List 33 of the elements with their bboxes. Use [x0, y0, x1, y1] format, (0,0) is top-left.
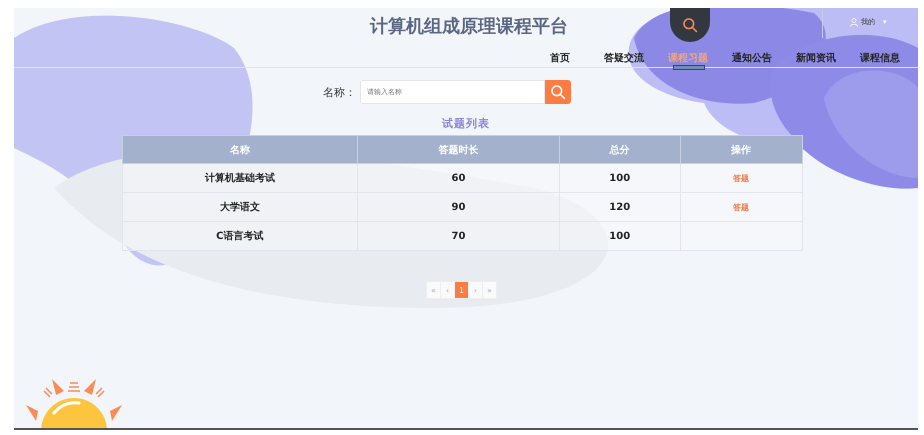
table-cell: 70: [358, 222, 560, 250]
table-cell: 100: [559, 222, 680, 250]
table-cell: 60: [358, 164, 560, 192]
page-link[interactable]: ›: [468, 281, 483, 299]
search-icon: [682, 17, 698, 33]
table-cell: C语言考试: [122, 222, 358, 250]
table-cell: 100: [559, 164, 680, 192]
page-link[interactable]: »: [482, 281, 497, 299]
table-cell: 120: [559, 192, 680, 222]
page-link[interactable]: 1: [454, 281, 469, 299]
nav-link[interactable]: 通知公告: [720, 51, 784, 72]
table-cell: 90: [358, 192, 560, 222]
list-title: 试题列表: [442, 116, 490, 131]
table-cell: 计算机基础考试: [122, 164, 358, 192]
page-link[interactable]: «: [426, 281, 441, 299]
nav-link[interactable]: 课程习题: [656, 51, 720, 72]
column-header: 答题时长: [358, 136, 560, 164]
search-icon: [550, 84, 566, 100]
site-title: 计算机组成原理课程平台: [370, 15, 568, 38]
table-cell: 大学语文: [122, 192, 358, 222]
column-header: 名称: [122, 136, 358, 164]
answer-link[interactable]: 答题: [733, 202, 750, 212]
search-button[interactable]: [545, 80, 571, 104]
nav-link[interactable]: 新闻资讯: [784, 51, 848, 72]
nav-link[interactable]: 答疑交流: [592, 51, 656, 72]
column-header: 操作: [680, 136, 802, 164]
nav-link[interactable]: 首页: [528, 51, 592, 72]
user-icon: [850, 18, 858, 26]
page-link[interactable]: ‹: [440, 281, 455, 299]
column-header: 总分: [559, 136, 680, 164]
nav-link[interactable]: 课程信息: [848, 51, 912, 72]
search-label: 名称：: [323, 84, 356, 100]
answer-link[interactable]: 答题: [733, 174, 750, 182]
